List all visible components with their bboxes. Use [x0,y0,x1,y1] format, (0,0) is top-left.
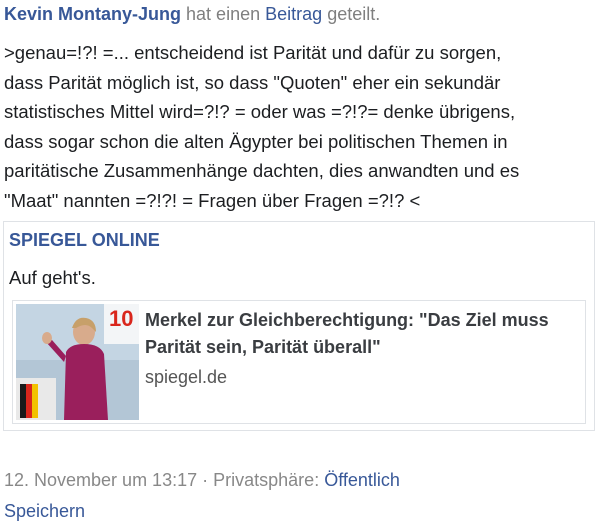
privacy-value[interactable]: Öffentlich [324,470,400,490]
post-text-line: dass Parität möglich ist, so dass "Quote… [4,71,501,93]
article-domain: spiegel.de [145,367,228,387]
author-name[interactable]: Kevin Montany-Jung [4,4,181,24]
save-link[interactable]: Speichern [4,501,85,522]
link-preview-card[interactable]: 10 Merkel zur Gleichberechtigung: "Das Z… [12,300,586,424]
shared-page-name[interactable]: SPIEGEL ONLINE [9,230,160,251]
post-text-line: dass sogar schon die alten Ägypter bei p… [4,130,508,152]
action-prefix: hat einen [186,4,261,24]
article-thumbnail[interactable]: 10 [16,304,139,420]
post-text-line: "Maat" nannten =?!?! = Fragen über Frage… [4,189,421,211]
post-text: >genau=!?! =... entscheidend ist Parität… [4,38,596,215]
footer-separator: · [202,470,209,490]
post-text-line: statistisches Mittel wird=?!? = oder was… [4,101,516,122]
post-header: Kevin Montany-Jung hat einen Beitrag get… [4,2,380,26]
shared-post: SPIEGEL ONLINE Auf geht's. 10 Merkel zur… [3,221,595,431]
post-text-line: paritätische Zusammenhänge dachten, dies… [4,160,520,181]
post-footer: 12. November um 13:17 · Privatsphäre: Öf… [4,470,400,491]
post-timestamp[interactable]: 12. November um 13:17 [4,470,197,490]
post-text-line: >genau=!?! =... entscheidend ist Parität… [4,42,502,63]
action-suffix: geteilt. [327,4,381,24]
post-link[interactable]: Beitrag [265,4,322,24]
privacy-label: Privatsphäre: [213,470,320,490]
thumb-number: 10 [109,306,133,331]
article-thumbnail-image: 10 [16,304,139,420]
article-title[interactable]: Merkel zur Gleichberechtigung: "Das Ziel… [145,307,581,361]
shared-post-text: Auf geht's. [9,267,96,288]
